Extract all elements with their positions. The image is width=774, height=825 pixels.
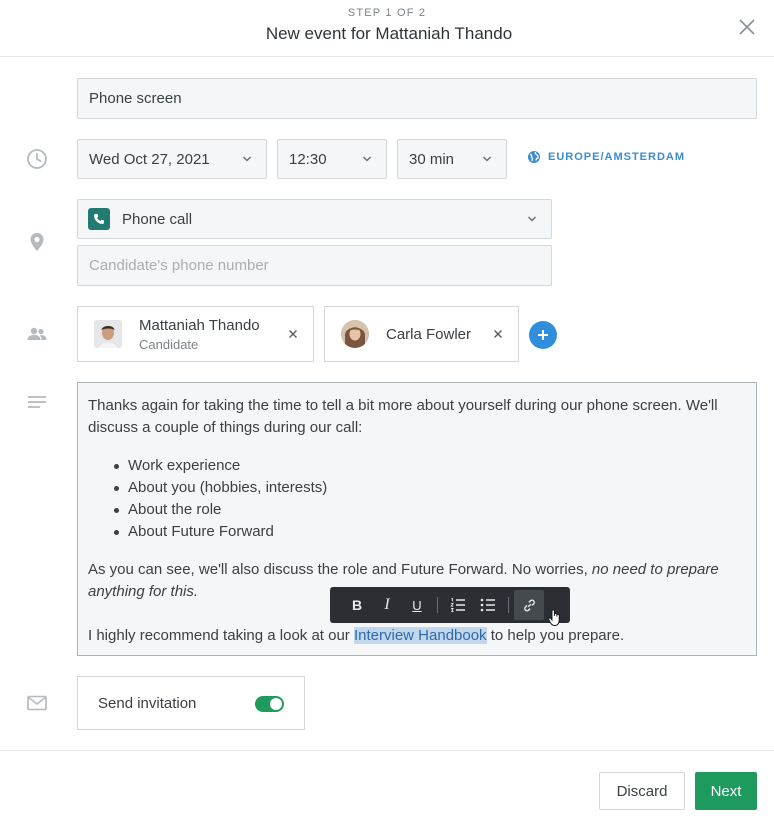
send-invitation-toggle[interactable] xyxy=(255,696,284,712)
duration-value: 30 min xyxy=(409,150,455,168)
plus-icon xyxy=(538,330,548,340)
underline-label: U xyxy=(412,597,422,613)
avatar xyxy=(341,320,369,348)
time-value: 12:30 xyxy=(289,150,327,168)
bullet-list-button[interactable] xyxy=(473,587,503,623)
modal-header: STEP 1 OF 2 New event for Mattaniah Than… xyxy=(0,0,774,57)
hand-cursor-icon xyxy=(548,609,560,626)
event-title-value: Phone screen xyxy=(89,90,182,107)
chevron-down-icon xyxy=(482,156,492,162)
location-pin-icon xyxy=(30,233,44,251)
next-button[interactable]: Next xyxy=(695,772,757,810)
toggle-knob xyxy=(270,698,282,710)
send-invitation-card: Send invitation xyxy=(77,676,305,730)
formatting-toolbar: B I U xyxy=(330,587,570,626)
chevron-down-icon xyxy=(242,156,252,162)
list-item: About Future Forward xyxy=(114,521,746,543)
ordered-list-button[interactable] xyxy=(443,587,473,623)
duration-select[interactable]: 30 min xyxy=(397,139,507,179)
ordered-list-icon xyxy=(450,598,465,612)
link-button[interactable] xyxy=(514,587,544,623)
date-value: Wed Oct 27, 2021 xyxy=(89,150,210,168)
selected-text[interactable]: Interview Handbook xyxy=(353,627,487,644)
list-item: About you (hobbies, interests) xyxy=(114,477,746,499)
location-type-select[interactable]: Phone call xyxy=(77,199,552,239)
timezone-label: EUROPE/AMSTERDAM xyxy=(548,151,686,163)
close-icon[interactable] xyxy=(737,17,757,37)
location-type-value: Phone call xyxy=(122,210,193,228)
phone-number-input[interactable]: Candidate's phone number xyxy=(77,245,552,286)
toolbar-divider xyxy=(437,597,438,613)
event-title-input[interactable]: Phone screen xyxy=(77,78,757,119)
send-invitation-label: Send invitation xyxy=(98,694,197,712)
attendee-card-candidate: Mattaniah Thando Candidate xyxy=(77,306,314,362)
attendee-name: Carla Fowler xyxy=(386,325,472,343)
list-item: About the role xyxy=(114,499,746,521)
attendee-card-interviewer: Carla Fowler xyxy=(324,306,519,362)
remove-attendee-icon[interactable] xyxy=(288,329,298,339)
remove-attendee-icon[interactable] xyxy=(493,329,503,339)
italic-label: I xyxy=(384,596,390,613)
attendee-role: Candidate xyxy=(139,336,199,352)
description-paragraph-3: I highly recommend taking a look at our … xyxy=(88,625,746,647)
mail-icon xyxy=(27,695,47,711)
globe-icon xyxy=(528,151,540,163)
paragraph-text: I highly recommend taking a look at our xyxy=(88,627,354,644)
phone-icon xyxy=(88,208,110,230)
timezone-link[interactable]: EUROPE/AMSTERDAM xyxy=(527,150,685,164)
date-select[interactable]: Wed Oct 27, 2021 xyxy=(77,139,267,179)
bold-button[interactable]: B xyxy=(342,587,372,623)
toolbar-divider xyxy=(508,597,509,613)
avatar xyxy=(94,320,122,348)
modal-footer: Discard Next xyxy=(0,750,774,825)
chevron-down-icon xyxy=(362,156,372,162)
bold-label: B xyxy=(351,597,363,613)
italic-button[interactable]: I xyxy=(372,587,402,623)
underline-button[interactable]: U xyxy=(402,587,432,623)
step-indicator: STEP 1 OF 2 xyxy=(347,7,427,19)
link-button-active-state xyxy=(514,590,544,620)
description-intro: Thanks again for taking the time to tell… xyxy=(88,397,718,436)
time-select[interactable]: 12:30 xyxy=(277,139,387,179)
link-icon xyxy=(523,599,535,611)
add-attendee-button[interactable] xyxy=(529,321,557,349)
chevron-down-icon xyxy=(527,216,537,222)
phone-number-placeholder: Candidate's phone number xyxy=(89,257,269,274)
modal-title: New event for Mattaniah Thando xyxy=(265,24,513,43)
attendee-name: Mattaniah Thando xyxy=(139,316,260,334)
paragraph-text: to help you prepare. xyxy=(486,627,625,644)
clock-icon xyxy=(27,149,47,169)
list-item: Work experience xyxy=(114,455,746,477)
discard-button[interactable]: Discard xyxy=(599,772,685,810)
bullet-list-icon xyxy=(480,598,495,612)
text-lines-icon xyxy=(28,396,46,408)
people-icon xyxy=(27,327,47,340)
paragraph-text: As you can see, we'll also discuss the r… xyxy=(88,561,592,578)
description-list: Work experience About you (hobbies, inte… xyxy=(114,455,746,543)
